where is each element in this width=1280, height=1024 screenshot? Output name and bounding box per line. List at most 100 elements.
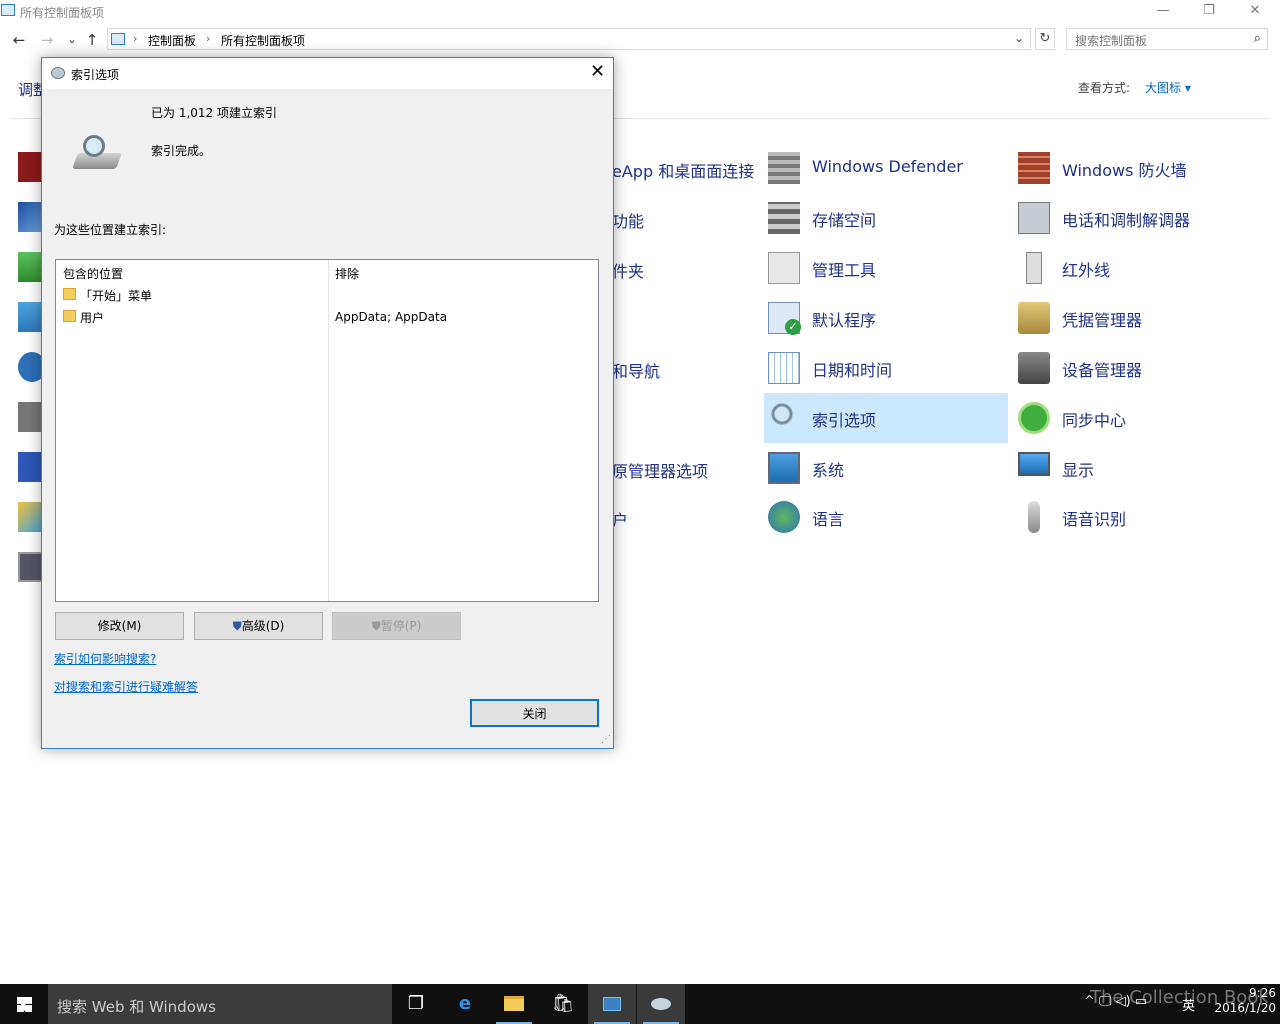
cp-item-label: 显示 <box>1062 461 1095 480</box>
search-input[interactable]: 搜索控制面板 ⌕ <box>1066 28 1268 50</box>
view-by-dropdown[interactable]: 大图标 ▾ <box>1145 79 1191 96</box>
folder-icon <box>63 310 76 322</box>
modify-button[interactable]: 修改(M) <box>55 612 184 640</box>
index-count-text: 已为 1,012 项建立索引 <box>151 106 277 120</box>
cp-item-device-manager[interactable]: 设备管理器 <box>1014 345 1254 391</box>
cp-item-label: 默认程序 <box>812 311 877 330</box>
taskbar-clock[interactable]: 9:26 2016/1/20 <box>1198 986 1276 1016</box>
location-start-menu[interactable]: 「开始」菜单 <box>80 287 152 304</box>
file-explorer-icon[interactable] <box>490 984 538 1024</box>
language-icon <box>768 501 800 533</box>
start-windows-icon[interactable] <box>0 984 48 1024</box>
index-status-text: 索引完成。 <box>151 144 212 158</box>
forward-arrow-icon[interactable]: → <box>38 30 56 50</box>
cp-item-indexing-options[interactable]: 索引选项 <box>764 393 1008 443</box>
cp-item-admin-tools[interactable]: 管理工具 <box>764 245 1004 291</box>
cp-item-phone-modem[interactable]: 电话和调制解调器 <box>1014 195 1254 241</box>
cp-item-windows-defender[interactable]: Windows Defender <box>764 145 1004 191</box>
partial-item-remoteapp[interactable]: eApp 和桌面面连接 <box>612 158 754 182</box>
phone-modem-icon <box>1018 202 1050 234</box>
breadcrumb-separator-icon: › <box>206 32 211 45</box>
cp-item-display[interactable]: 显示 <box>1014 445 1254 491</box>
display-icon <box>1018 452 1050 476</box>
resize-grip-icon[interactable]: ⋰ <box>601 734 611 745</box>
clock-date: 2016/1/20 <box>1214 1001 1276 1015</box>
pause-button[interactable]: ⛊暂停(P) <box>332 612 461 640</box>
task-view-icon[interactable]: ❐ <box>392 984 440 1024</box>
indexing-small-icon <box>51 67 65 79</box>
checkmark-icon: ✓ <box>785 319 801 335</box>
breadcrumb-all-items[interactable]: 所有控制面板项 <box>221 32 305 49</box>
control-panel-app-icon <box>1 4 15 16</box>
edge-browser-icon[interactable]: e <box>441 984 489 1024</box>
cp-item-label: 存储空间 <box>812 211 877 230</box>
indexing-options-taskbar-icon[interactable] <box>637 984 685 1024</box>
partial-item-navigation[interactable]: 和导航 <box>612 358 660 382</box>
refresh-button[interactable]: ↻ <box>1035 28 1055 50</box>
troubleshoot-link[interactable]: 对搜索和索引进行疑难解答 <box>54 678 198 695</box>
partial-item-user[interactable]: 户 <box>612 507 628 531</box>
cp-item-credential-manager[interactable]: 凭据管理器 <box>1014 295 1254 341</box>
advanced-button[interactable]: ⛊高级(D) <box>194 612 323 640</box>
control-panel-taskbar-icon[interactable] <box>588 984 636 1024</box>
recent-locations-chevron-icon[interactable]: ⌄ <box>63 30 81 50</box>
infrared-icon <box>1026 252 1042 284</box>
control-panel-icon <box>111 33 125 45</box>
close-button[interactable]: 关闭 <box>470 699 599 727</box>
indexing-magnifier-icon <box>71 135 122 175</box>
close-window-button[interactable]: ✕ <box>1232 0 1278 22</box>
dialog-titlebar[interactable]: 索引选项 ✕ <box>42 58 613 89</box>
partial-item-features[interactable]: 功能 <box>612 208 644 232</box>
view-by-label: 查看方式: <box>1078 81 1131 95</box>
taskbar: 搜索 Web 和 Windows ❐ e 🛍 The Collection Bo… <box>0 984 1280 1024</box>
taskbar-search-placeholder: 搜索 Web 和 Windows <box>57 998 216 1016</box>
cp-item-storage-spaces[interactable]: 存储空间 <box>764 195 1004 241</box>
taskbar-search-box[interactable]: 搜索 Web 和 Windows <box>48 984 392 1024</box>
cp-item-label: 语音识别 <box>1062 510 1127 529</box>
up-arrow-icon[interactable]: ↑ <box>83 30 101 50</box>
partial-item-folder[interactable]: 件夹 <box>612 258 644 282</box>
address-dropdown-chevron-icon[interactable]: ⌄ <box>1014 31 1024 45</box>
system-tray-icons[interactable]: ^ 🖵 ◁) ▭ <box>1084 994 1147 1009</box>
cp-item-speech-recognition[interactable]: 语音识别 <box>1014 494 1254 540</box>
back-arrow-icon[interactable]: ← <box>10 30 28 50</box>
cp-item-label: 设备管理器 <box>1062 361 1143 380</box>
date-time-icon <box>768 352 800 384</box>
defender-wall-icon <box>768 152 800 184</box>
pause-button-label: 暂停(P) <box>380 619 422 633</box>
microphone-icon <box>1028 501 1040 533</box>
partial-item-explorer-options[interactable]: 原管理器选项 <box>612 458 708 482</box>
column-header-excluded[interactable]: 排除 <box>335 265 359 282</box>
cp-item-sync-center[interactable]: 同步中心 <box>1014 395 1254 441</box>
maximize-button[interactable]: ❐ <box>1186 0 1232 22</box>
dialog-title: 索引选项 <box>71 68 120 82</box>
cp-item-default-programs[interactable]: ✓ 默认程序 <box>764 295 1004 341</box>
ime-indicator[interactable]: 英 <box>1182 995 1195 1014</box>
store-icon[interactable]: 🛍 <box>539 984 587 1024</box>
cp-item-windows-firewall[interactable]: Windows 防火墙 <box>1014 145 1254 191</box>
location-users[interactable]: 用户 <box>80 309 104 326</box>
cp-item-label: 红外线 <box>1062 261 1111 280</box>
how-indexing-affects-search-link[interactable]: 索引如何影响搜索? <box>54 650 156 667</box>
cp-item-language[interactable]: 语言 <box>764 494 1004 540</box>
window-title: 所有控制面板项 <box>20 6 105 20</box>
locations-list[interactable]: 包含的位置 排除 「开始」菜单 用户 AppData; AppData <box>55 259 599 602</box>
cp-item-infrared[interactable]: 红外线 <box>1014 245 1254 291</box>
credential-manager-icon <box>1018 302 1050 334</box>
cp-item-label: 电话和调制解调器 <box>1062 211 1191 230</box>
column-header-included[interactable]: 包含的位置 <box>63 265 123 282</box>
default-programs-icon: ✓ <box>768 302 801 335</box>
address-bar[interactable]: › 控制面板 › 所有控制面板项 ⌄ <box>107 28 1031 50</box>
minimize-button[interactable]: — <box>1140 0 1186 22</box>
breadcrumb-control-panel[interactable]: 控制面板 <box>148 32 196 49</box>
search-icon[interactable]: ⌕ <box>1254 31 1261 46</box>
dialog-close-icon[interactable]: ✕ <box>590 61 605 82</box>
uac-shield-icon: ⛊ <box>371 619 381 633</box>
cp-item-system[interactable]: 系统 <box>764 445 1004 491</box>
admin-tools-icon <box>768 252 800 284</box>
breadcrumb-separator-icon: › <box>133 32 138 45</box>
column-divider <box>328 260 329 601</box>
cp-item-label: Windows 防火墙 <box>1062 161 1187 180</box>
cp-item-date-time[interactable]: 日期和时间 <box>764 345 1004 391</box>
cp-item-label: 索引选项 <box>812 411 877 430</box>
